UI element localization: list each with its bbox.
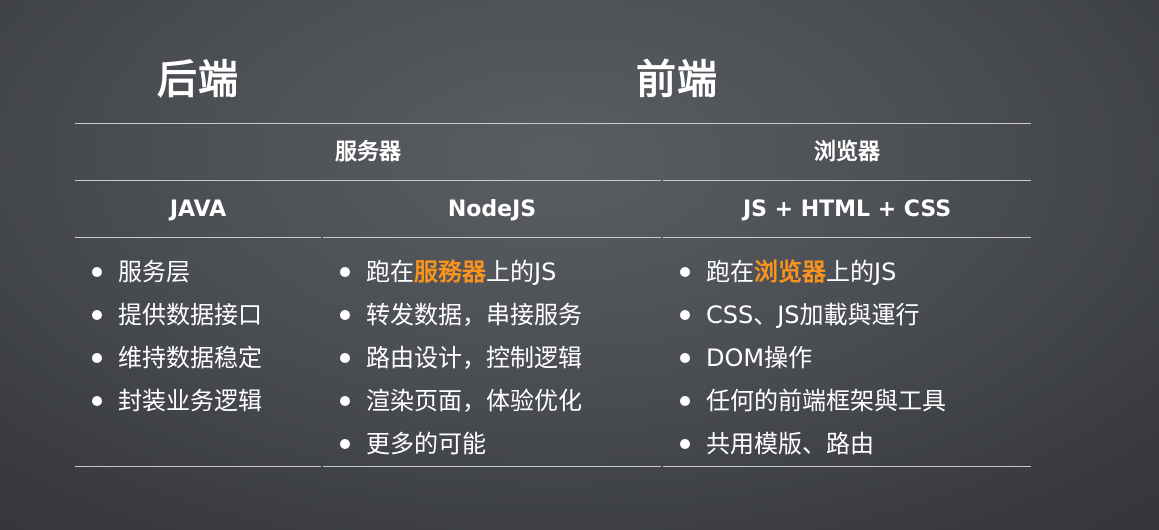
- item-text: 上的JS: [826, 258, 897, 286]
- list-item: 跑在服務器上的JS: [340, 251, 658, 294]
- nodejs-list: 跑在服務器上的JS 转发数据，串接服务 路由设计，控制逻辑 渲染页面，体验优化 …: [340, 251, 658, 466]
- web-stack-label: JS + HTML + CSS: [742, 197, 952, 222]
- item-text: 跑在: [366, 258, 414, 286]
- list-item: 提供数据接口: [92, 294, 318, 337]
- backend-title: 后端: [157, 57, 239, 103]
- list-item: 共用模版、路由: [680, 423, 1028, 466]
- list-item: 服务层: [92, 251, 318, 294]
- rule-mid-left: [75, 180, 661, 181]
- item-text: 跑在: [706, 258, 754, 286]
- rule-mid-right: [663, 180, 1031, 181]
- rule-lower-web: [663, 237, 1031, 238]
- frontend-title: 前端: [636, 57, 718, 103]
- list-item: 任何的前端框架與工具: [680, 380, 1028, 423]
- rule-lower-node: [323, 237, 661, 238]
- highlight-text: 浏览器: [754, 258, 826, 286]
- web-list: 跑在浏览器上的JS CSS、JS加載與運行 DOM操作 任何的前端框架與工具 共…: [680, 251, 1028, 466]
- rule-bottom-java: [75, 466, 321, 467]
- server-label: 服务器: [334, 140, 401, 165]
- list-item: 维持数据稳定: [92, 337, 318, 380]
- list-item: 转发数据，串接服务: [340, 294, 658, 337]
- java-list: 服务层 提供数据接口 维持数据稳定 封装业务逻辑: [92, 251, 318, 423]
- rule-top: [75, 123, 1031, 124]
- rule-bottom-node: [323, 466, 661, 467]
- list-item: 跑在浏览器上的JS: [680, 251, 1028, 294]
- list-item: DOM操作: [680, 337, 1028, 380]
- highlight-text: 服務器: [414, 258, 486, 286]
- list-item: 渲染页面，体验优化: [340, 380, 658, 423]
- item-text: 上的JS: [486, 258, 557, 286]
- rule-bottom-web: [663, 466, 1031, 467]
- list-item: 更多的可能: [340, 423, 658, 466]
- browser-label: 浏览器: [813, 140, 880, 165]
- nodejs-label: NodeJS: [447, 197, 537, 222]
- list-item: CSS、JS加載與運行: [680, 294, 1028, 337]
- rule-lower-java: [75, 237, 321, 238]
- list-item: 路由设计，控制逻辑: [340, 337, 658, 380]
- java-label: JAVA: [169, 197, 227, 222]
- slide: 后端 前端 服务器 浏览器 JAVA NodeJS JS + HTML + CS…: [0, 0, 1159, 530]
- list-item: 封装业务逻辑: [92, 380, 318, 423]
